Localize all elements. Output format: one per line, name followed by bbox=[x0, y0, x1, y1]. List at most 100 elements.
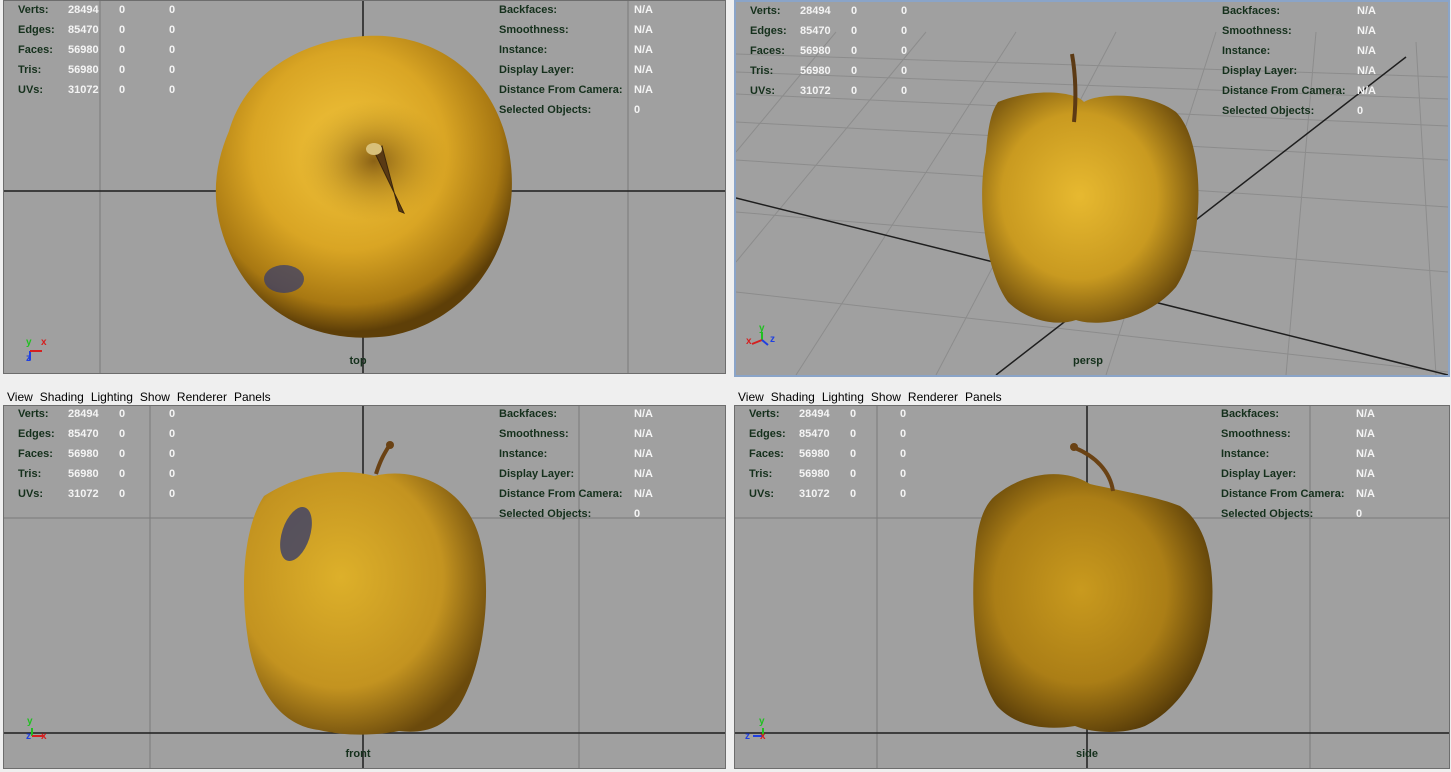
hud-stat-selected: 0 bbox=[850, 448, 857, 460]
hud-stat-total: 28494 bbox=[68, 4, 99, 16]
hud-info-value: N/A bbox=[1356, 428, 1375, 440]
hud-stat-selected: 0 bbox=[119, 428, 126, 440]
menu-renderer[interactable]: Renderer bbox=[173, 387, 230, 404]
viewport-persp[interactable]: Verts: 28494 0 0 Edges: 85470 0 0 Faces: 56980 0 0 T… bbox=[734, 0, 1450, 377]
hud-stat-selected: 0 bbox=[850, 488, 857, 500]
hud-info: Backfaces: N/A Smoothness: N/A Instance: N/A D… bbox=[499, 408, 719, 528]
axis-gizmo: y x z bbox=[24, 335, 64, 368]
hud-info-label: Selected Objects: bbox=[1222, 105, 1315, 117]
hud-stat-label: Edges: bbox=[750, 25, 787, 37]
hud-stat-highlighted: 0 bbox=[901, 25, 908, 37]
menu-show[interactable]: Show bbox=[136, 387, 173, 404]
hud-info-label: Distance From Camera: bbox=[499, 488, 623, 500]
hud-info-value: N/A bbox=[1357, 65, 1376, 77]
hud-info-label: Smoothness: bbox=[499, 428, 569, 440]
hud-info-label: Backfaces: bbox=[1222, 5, 1281, 17]
hud-stat-highlighted: 0 bbox=[169, 448, 176, 460]
hud-stat-label: UVs: bbox=[18, 84, 44, 96]
hud-stat-highlighted: 0 bbox=[901, 45, 908, 57]
hud-stat-selected: 0 bbox=[851, 25, 858, 37]
menu-shading[interactable]: Shading bbox=[36, 387, 87, 404]
hud-stat-highlighted: 0 bbox=[900, 428, 907, 440]
menu-panels[interactable]: Panels bbox=[961, 387, 1005, 404]
hud-stat-selected: 0 bbox=[851, 65, 858, 77]
menu-renderer[interactable]: Renderer bbox=[904, 387, 961, 404]
camera-name: side bbox=[1075, 748, 1099, 760]
hud-stat-highlighted: 0 bbox=[901, 85, 908, 97]
hud-info-label: Backfaces: bbox=[1221, 408, 1280, 420]
hud-info: Backfaces: N/A Smoothness: N/A Instance: N/A D… bbox=[499, 4, 719, 124]
hud-stat-label: Faces: bbox=[750, 45, 785, 57]
viewport-top[interactable]: Verts: 28494 0 0 Edges: 85470 0 0 Faces: 56980 0 0 T… bbox=[3, 0, 726, 374]
axis-label-2: y bbox=[759, 323, 765, 334]
hud-info-label: Display Layer: bbox=[1221, 468, 1297, 480]
hud-stat-label: Tris: bbox=[750, 65, 774, 77]
viewport-side[interactable]: Verts: 28494 0 0 Edges: 85470 0 0 Faces: 56980 0 0 T… bbox=[734, 405, 1450, 769]
menu-show[interactable]: Show bbox=[867, 387, 904, 404]
hud-stat-total: 56980 bbox=[68, 468, 99, 480]
apple-persp-body bbox=[982, 92, 1199, 323]
hud-stat-highlighted: 0 bbox=[901, 65, 908, 77]
hud-stat-label: Verts: bbox=[18, 4, 49, 16]
hud-info-label: Backfaces: bbox=[499, 4, 558, 16]
hud-stat-total: 28494 bbox=[800, 5, 831, 17]
hud-stat-selected: 0 bbox=[119, 44, 126, 56]
hud-stat-label: Faces: bbox=[18, 44, 53, 56]
hud-stat-total: 85470 bbox=[68, 428, 99, 440]
hud-stat-selected: 0 bbox=[850, 468, 857, 480]
hud-stat-highlighted: 0 bbox=[169, 64, 176, 76]
hud-info-value: N/A bbox=[634, 488, 653, 500]
axis-label-2: x bbox=[41, 337, 47, 348]
hud-info-value: 0 bbox=[1356, 508, 1363, 520]
hud-stat-label: Edges: bbox=[18, 24, 55, 36]
hud-info-label: Distance From Camera: bbox=[499, 84, 623, 96]
menu-view[interactable]: View bbox=[3, 387, 36, 404]
hud-stat-selected: 0 bbox=[119, 408, 126, 420]
hud-stat-selected: 0 bbox=[119, 488, 126, 500]
hud-stat-label: UVs: bbox=[750, 85, 776, 97]
hud-stat-total: 56980 bbox=[799, 468, 830, 480]
hud-info-value: N/A bbox=[1356, 488, 1375, 500]
hud-stat-label: Edges: bbox=[749, 428, 786, 440]
hud-info-label: Instance: bbox=[1222, 45, 1271, 57]
menu-lighting[interactable]: Lighting bbox=[818, 387, 867, 404]
hud-info-value: N/A bbox=[1357, 85, 1376, 97]
hud-info-label: Instance: bbox=[1221, 448, 1270, 460]
hud-info-value: N/A bbox=[634, 468, 653, 480]
hud-stat-selected: 0 bbox=[119, 84, 126, 96]
menubar-bottom-left: View Shading Lighting Show Renderer Panels bbox=[3, 387, 726, 407]
hud-info-value: 0 bbox=[634, 104, 641, 116]
camera-name: front bbox=[345, 748, 371, 760]
hud-stat-highlighted: 0 bbox=[169, 408, 176, 420]
hud-stat-highlighted: 0 bbox=[169, 428, 176, 440]
axis-label-1: y bbox=[26, 337, 32, 348]
hud-info-value: N/A bbox=[1357, 5, 1376, 17]
hud-info-label: Selected Objects: bbox=[499, 508, 592, 520]
hud-info-label: Display Layer: bbox=[1222, 65, 1298, 77]
axis-gizmo: x y z bbox=[744, 322, 784, 355]
menu-shading[interactable]: Shading bbox=[767, 387, 818, 404]
menu-lighting[interactable]: Lighting bbox=[87, 387, 136, 404]
axis-label-2: z bbox=[745, 731, 750, 742]
hud-stat-highlighted: 0 bbox=[169, 488, 176, 500]
hud-stats: Verts: 28494 0 0 Edges: 85470 0 0 Faces: 56980 0 0 T… bbox=[750, 5, 950, 105]
axis-label-1: y bbox=[759, 716, 765, 727]
hud-stat-highlighted: 0 bbox=[900, 468, 907, 480]
axis-label-1: y bbox=[27, 716, 33, 727]
hud-stat-total: 31072 bbox=[799, 488, 830, 500]
hud-stat-selected: 0 bbox=[851, 5, 858, 17]
hud-info-value: 0 bbox=[634, 508, 641, 520]
menu-view[interactable]: View bbox=[734, 387, 767, 404]
hud-info-label: Display Layer: bbox=[499, 64, 575, 76]
menu-panels[interactable]: Panels bbox=[230, 387, 274, 404]
hud-info-label: Distance From Camera: bbox=[1221, 488, 1345, 500]
hud-info-value: N/A bbox=[634, 44, 653, 56]
hud-info-value: N/A bbox=[634, 24, 653, 36]
hud-stat-highlighted: 0 bbox=[901, 5, 908, 17]
viewport-front[interactable]: Verts: 28494 0 0 Edges: 85470 0 0 Faces: 56980 0 0 T… bbox=[3, 405, 726, 769]
hud-stat-total: 31072 bbox=[68, 488, 99, 500]
hud-stat-total: 85470 bbox=[68, 24, 99, 36]
axis-label-1: x bbox=[746, 336, 752, 347]
hud-stat-label: UVs: bbox=[18, 488, 44, 500]
hud-stat-highlighted: 0 bbox=[169, 24, 176, 36]
